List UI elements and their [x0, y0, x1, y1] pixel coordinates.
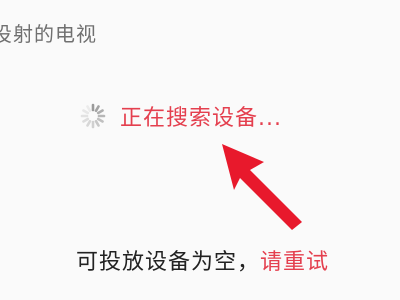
loading-spinner-icon: [80, 103, 106, 129]
searching-text: 正在搜索设备...: [120, 106, 282, 131]
empty-message: 可投放设备为空: [76, 250, 238, 275]
cast-device-screen: 投射的电视 正在搜索设备... 可投放设备为空，请重试: [0, 0, 400, 300]
retry-link[interactable]: 请重试: [260, 250, 329, 275]
searching-status: 正在搜索设备...: [80, 100, 282, 132]
separator: ，: [237, 250, 261, 275]
empty-state: 可投放设备为空，请重试: [76, 244, 329, 276]
pointer-arrow-icon: [222, 144, 302, 230]
section-title: 投射的电视: [0, 22, 97, 46]
